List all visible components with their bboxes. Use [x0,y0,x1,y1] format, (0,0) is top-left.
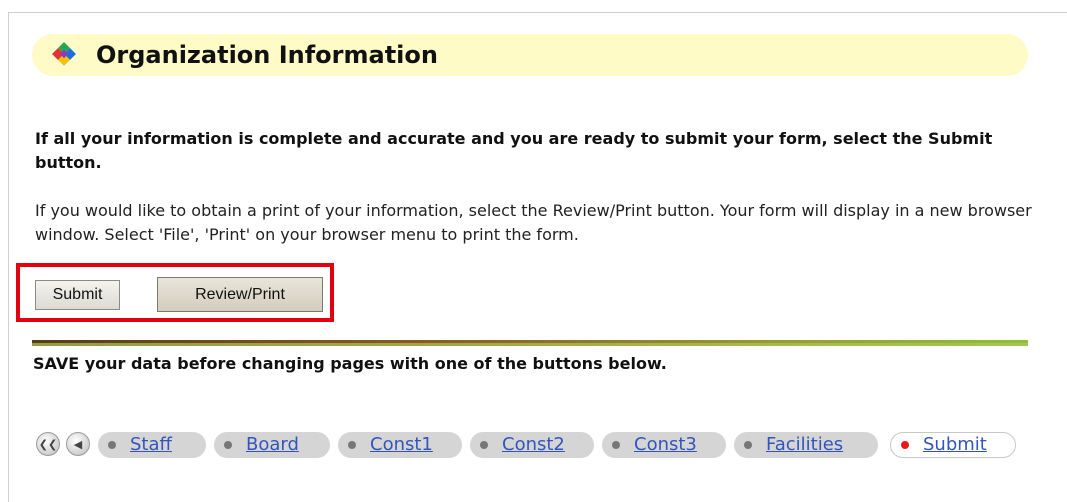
nav-item-label[interactable]: Const2 [502,432,565,458]
page-navigation: ❮❮ ◀ Staff Board Const1 Const2 Const3 Fa… [36,430,1026,460]
status-dot-icon [612,441,620,449]
status-dot-icon [480,441,488,449]
nav-item-label[interactable]: Const1 [370,432,433,458]
chevron-left-icon[interactable]: ◀ [66,432,90,456]
nav-item-const3[interactable]: Const3 [602,432,726,458]
print-instructions: If you would like to obtain a print of y… [35,201,1032,244]
status-dot-icon [348,441,356,449]
review-print-button[interactable]: Review/Print [157,277,323,312]
status-dot-icon [224,441,232,449]
nav-item-label[interactable]: Board [246,432,299,458]
nav-item-submit[interactable]: Submit [890,432,1016,458]
nav-item-label[interactable]: Submit [923,432,987,458]
save-note: SAVE your data before changing pages wit… [33,354,667,373]
page-title: Organization Information [96,41,438,69]
status-dot-icon [108,441,116,449]
submit-button[interactable]: Submit [35,280,120,310]
nav-item-facilities[interactable]: Facilities [734,432,878,458]
submit-instructions: If all your information is complete and … [35,129,993,172]
active-dot-icon [901,441,909,449]
status-dot-icon [744,441,752,449]
content-frame [8,12,1067,502]
nav-item-board[interactable]: Board [214,432,330,458]
nav-item-staff[interactable]: Staff [98,432,206,458]
nav-item-const2[interactable]: Const2 [470,432,594,458]
double-chevron-left-icon[interactable]: ❮❮ [36,432,60,456]
nav-item-const1[interactable]: Const1 [338,432,462,458]
diamond-logo-icon [51,41,77,67]
nav-item-label[interactable]: Facilities [766,432,843,458]
section-divider [32,340,1028,346]
nav-item-label[interactable]: Staff [130,432,172,458]
nav-item-label[interactable]: Const3 [634,432,697,458]
